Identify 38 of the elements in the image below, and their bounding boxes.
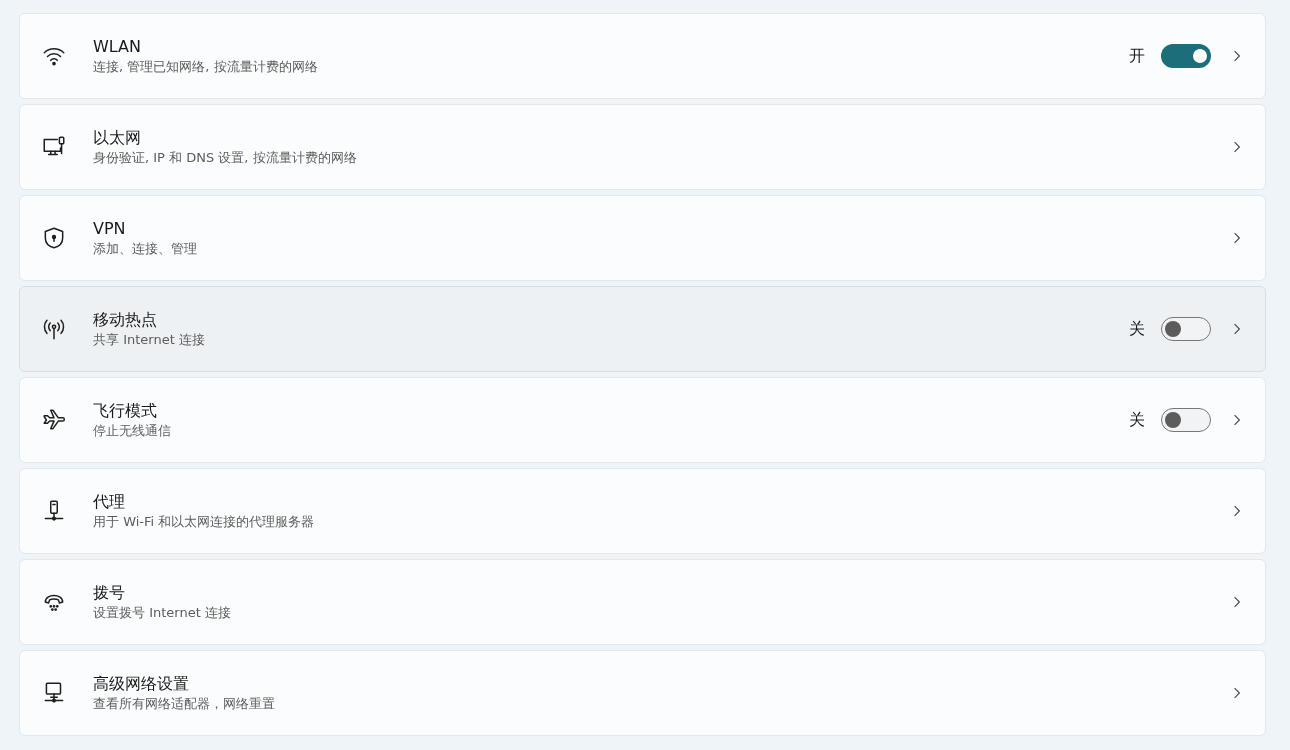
chevron-right-icon [1233,231,1241,245]
settings-row[interactable]: WLAN 连接, 管理已知网络, 按流量计费的网络 开 [19,13,1266,99]
setting-description: 共享 Internet 连接 [93,331,206,349]
settings-row[interactable]: 拨号 设置拨号 Internet 连接 [19,559,1266,645]
chevron-right-icon [1233,504,1241,518]
setting-title: 移动热点 [93,309,158,331]
setting-title: VPN [93,218,127,240]
setting-description: 停止无线通信 [93,422,172,440]
toggle-switch[interactable] [1161,317,1211,341]
toggle-label: 开 [1129,45,1145,67]
chevron-right-icon [1233,322,1241,336]
setting-title: WLAN [93,36,142,58]
setting-title: 拨号 [93,582,126,604]
setting-description: 连接, 管理已知网络, 按流量计费的网络 [93,58,319,76]
settings-row[interactable]: 高级网络设置 查看所有网络适配器，网络重置 [19,650,1266,736]
setting-description: 查看所有网络适配器，网络重置 [93,695,276,713]
setting-description: 身份验证, IP 和 DNS 设置, 按流量计费的网络 [93,149,358,167]
settings-row[interactable]: 移动热点 共享 Internet 连接 关 [19,286,1266,372]
toggle-label: 关 [1129,318,1145,340]
setting-title: 高级网络设置 [93,673,190,695]
toggle-switch[interactable] [1161,44,1211,68]
chevron-right-icon [1233,595,1241,609]
setting-description: 添加、连接、管理 [93,240,198,258]
settings-row[interactable]: 以太网 身份验证, IP 和 DNS 设置, 按流量计费的网络 [19,104,1266,190]
setting-description: 用于 Wi-Fi 和以太网连接的代理服务器 [93,513,316,531]
chevron-right-icon [1233,140,1241,154]
settings-row[interactable]: 代理 用于 Wi-Fi 和以太网连接的代理服务器 [19,468,1266,554]
toggle-switch[interactable] [1161,408,1211,432]
setting-title: 代理 [93,491,126,513]
setting-title: 飞行模式 [93,400,158,422]
setting-description: 设置拨号 Internet 连接 [93,604,232,622]
toggle-label: 关 [1129,409,1145,431]
settings-row[interactable]: VPN 添加、连接、管理 [19,195,1266,281]
setting-title: 以太网 [93,127,142,149]
chevron-right-icon [1233,49,1241,63]
settings-row[interactable]: 飞行模式 停止无线通信 关 [19,377,1266,463]
chevron-right-icon [1233,686,1241,700]
chevron-right-icon [1233,413,1241,427]
